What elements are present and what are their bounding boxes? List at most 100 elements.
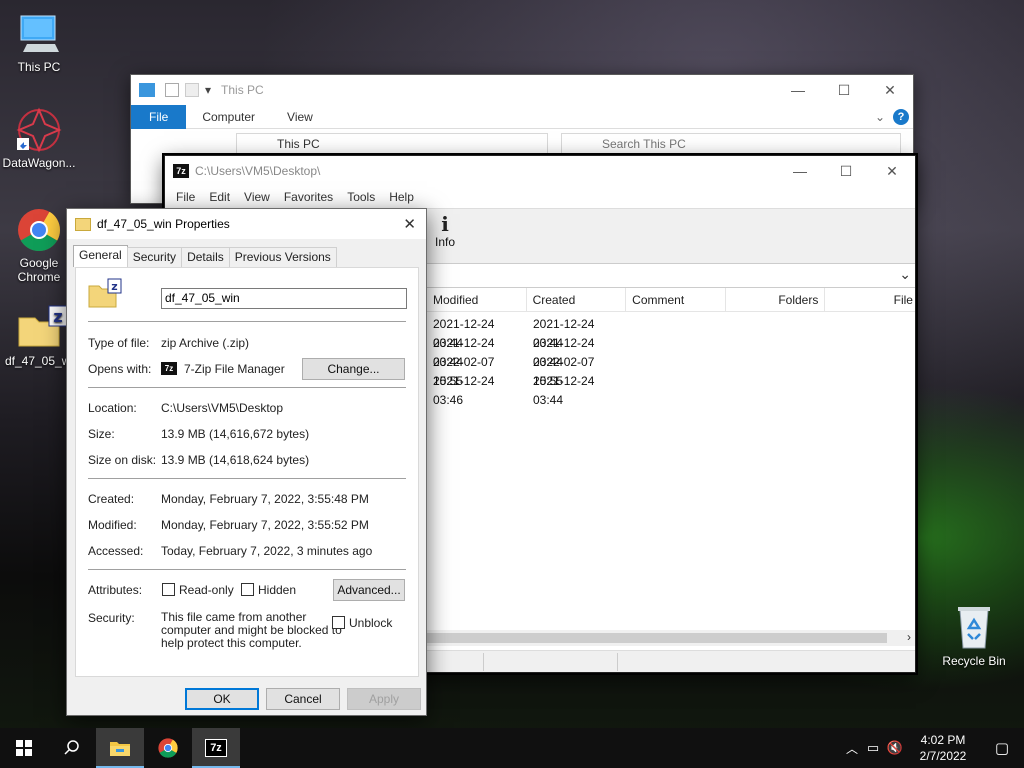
close-button[interactable]: ✕ [403, 215, 416, 233]
dialog-tabs: General Security Details Previous Versio… [73, 245, 337, 267]
minimize-button[interactable]: — [777, 156, 823, 186]
tab-computer[interactable]: Computer [186, 105, 271, 129]
list-item[interactable]: 2022-02-07 15:55 2022-02-07 15:55 [427, 353, 915, 388]
taskbar-chrome[interactable] [144, 728, 192, 768]
desktop-icon-this-pc[interactable]: This PC [1, 10, 77, 74]
column-file[interactable]: File [825, 288, 915, 312]
status-divider [483, 653, 484, 671]
sevenzip-title: C:\Users\VM5\Desktop\ [195, 164, 321, 178]
list-item[interactable]: 2021-12-24 03:44 2021-12-24 03:44 [427, 315, 915, 350]
desktop-icon-label: DataWagon... [2, 156, 76, 170]
svg-text:z: z [111, 280, 117, 293]
readonly-checkbox[interactable] [162, 583, 175, 596]
list-item[interactable]: 2021-12-24 03:44 2021-12-24 03:44 [427, 334, 915, 369]
menu-help[interactable]: Help [382, 190, 421, 204]
menu-favorites[interactable]: Favorites [277, 190, 340, 204]
explorer-title: This PC [221, 83, 264, 97]
properties-dialog[interactable]: df_47_05_win Properties ✕ General Securi… [66, 208, 427, 716]
maximize-button[interactable]: ☐ [823, 156, 869, 186]
desktop-icon-recycle-bin[interactable]: Recycle Bin [936, 604, 1012, 668]
chevron-down-icon[interactable]: ⌄ [899, 266, 911, 283]
created-value: Monday, February 7, 2022, 3:55:48 PM [161, 492, 369, 506]
divider [88, 387, 406, 388]
info-icon: i [441, 212, 449, 236]
hidden-checkbox[interactable] [241, 583, 254, 596]
menu-edit[interactable]: Edit [202, 190, 237, 204]
start-button[interactable] [0, 728, 48, 768]
search-input[interactable]: Search This PC [561, 133, 901, 155]
minimize-button[interactable]: — [775, 75, 821, 105]
readonly-label: Read-only [179, 583, 234, 597]
location-label: Location: [88, 401, 137, 415]
address-bar[interactable]: This PC [236, 133, 548, 155]
network-icon[interactable]: ▭ [862, 740, 884, 756]
opens-with-label: Opens with: [88, 362, 152, 376]
sevenzip-icon: 7z [205, 739, 227, 757]
sevenzip-icon: 7z [161, 362, 177, 375]
folder-icon[interactable] [185, 83, 199, 97]
accessed-label: Accessed: [88, 544, 144, 558]
size-on-disk-value: 13.9 MB (14,618,624 bytes) [161, 453, 310, 467]
tab-file[interactable]: File [131, 104, 187, 129]
menu-view[interactable]: View [237, 190, 277, 204]
computer-icon [15, 10, 63, 58]
chevron-down-icon[interactable]: ▾ [205, 83, 211, 97]
size-label: Size: [88, 427, 115, 441]
help-icon[interactable]: ? [893, 108, 909, 125]
search-button[interactable] [48, 728, 96, 768]
tab-general[interactable]: General [73, 245, 128, 267]
chevron-down-icon[interactable]: ⌄ [875, 110, 885, 124]
ribbon-tabs: File Computer View ⌄ ? [131, 104, 913, 129]
column-comment[interactable]: Comment [626, 288, 726, 312]
info-button[interactable]: i Info [427, 213, 463, 249]
notifications-icon[interactable]: ▢ [980, 739, 1024, 757]
tab-details[interactable]: Details [181, 247, 230, 267]
svg-text:z: z [53, 307, 62, 326]
ok-button[interactable]: OK [185, 688, 259, 710]
filename-field[interactable]: df_47_05_win [161, 288, 407, 309]
accessed-value: Today, February 7, 2022, 3 minutes ago [161, 544, 373, 558]
horizontal-scrollbar[interactable]: › [427, 630, 915, 646]
tab-security[interactable]: Security [126, 247, 183, 267]
column-folders[interactable]: Folders [726, 288, 826, 312]
column-created[interactable]: Created [527, 288, 627, 312]
quick-access-icon[interactable] [165, 83, 179, 97]
chevron-right-icon[interactable]: › [907, 630, 911, 644]
modified-label: Modified: [88, 518, 137, 532]
tab-previous-versions[interactable]: Previous Versions [228, 247, 337, 267]
unblock-label: Unblock [349, 616, 393, 630]
desktop-icon-datawagon[interactable]: DataWagon... [1, 106, 77, 170]
close-button[interactable]: ✕ [869, 156, 915, 186]
chevron-up-icon[interactable]: ︿ [842, 740, 862, 757]
volume-muted-icon[interactable]: 🔇 [884, 740, 906, 756]
dialog-titlebar[interactable]: df_47_05_win Properties ✕ [67, 209, 426, 239]
change-button[interactable]: Change... [302, 358, 405, 380]
location-value: C:\Users\VM5\Desktop [161, 401, 284, 415]
sevenzip-icon: 7z [173, 164, 189, 178]
sevenzip-titlebar[interactable]: 7z C:\Users\VM5\Desktop\ — ☐ ✕ [165, 156, 915, 186]
clock-time: 4:02 PM [920, 733, 966, 747]
explorer-titlebar[interactable]: ▾ This PC — ☐ ✕ [131, 75, 913, 105]
column-modified[interactable]: Modified [427, 288, 527, 312]
datawagon-icon [15, 106, 63, 154]
menu-tools[interactable]: Tools [340, 190, 382, 204]
taskbar-7zip[interactable]: 7z [192, 728, 240, 768]
clock[interactable]: 4:02 PM 2/7/2022 [906, 732, 980, 764]
opens-with-value: 7-Zip File Manager [184, 362, 285, 376]
unblock-checkbox[interactable] [332, 616, 345, 629]
taskbar-file-explorer[interactable] [96, 728, 144, 768]
cancel-button[interactable]: Cancel [266, 688, 340, 710]
close-button[interactable]: ✕ [867, 75, 913, 105]
apply-button[interactable]: Apply [347, 688, 421, 710]
general-pane: z df_47_05_win Type of file: zip Archive… [75, 267, 419, 677]
tab-view[interactable]: View [271, 105, 329, 129]
zip-folder-icon [75, 217, 91, 231]
advanced-button[interactable]: Advanced... [333, 579, 405, 601]
menu-file[interactable]: File [169, 190, 202, 204]
maximize-button[interactable]: ☐ [821, 75, 867, 105]
zip-folder-icon: z [15, 304, 68, 352]
divider [88, 478, 406, 479]
size-on-disk-label: Size on disk: [88, 453, 157, 467]
scrollbar-thumb[interactable] [427, 633, 887, 643]
list-item[interactable]: 2021-12-24 03:46 2021-12-24 03:44 [427, 372, 915, 407]
